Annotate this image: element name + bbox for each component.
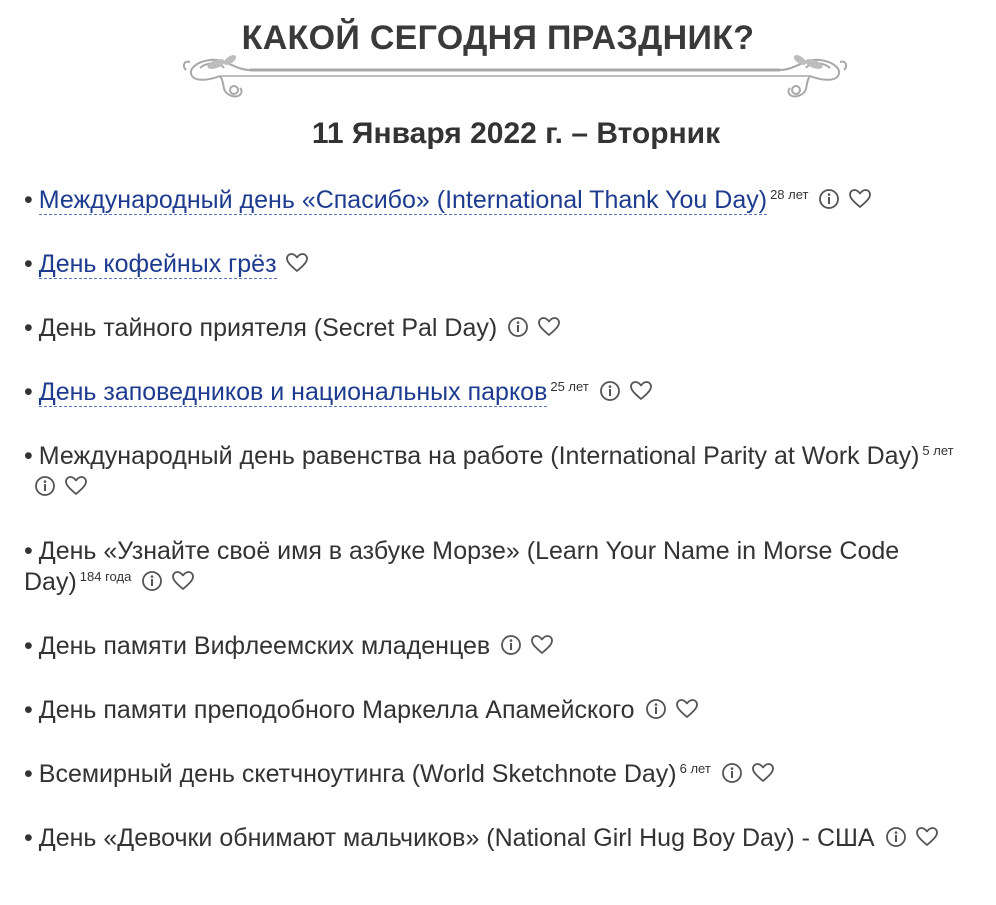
holiday-item: • День тайного приятеля (Secret Pal Day): [24, 313, 974, 344]
holiday-name: День тайного приятеля (Secret Pal Day): [38, 314, 498, 342]
holiday-item: • День кофейных грёз: [24, 249, 974, 280]
holiday-age: 6 лет: [679, 761, 711, 776]
bullet: •: [24, 378, 33, 406]
heart-icon[interactable]: [848, 188, 872, 210]
holiday-name: День памяти Вифлеемских младенцев: [38, 632, 491, 660]
holiday-item: • Международный день «Спасибо» (Internati…: [24, 185, 974, 216]
holiday-item: • День памяти преподобного Маркелла Апаме…: [24, 695, 974, 726]
info-icon[interactable]: [500, 634, 522, 656]
holiday-name: День «Девочки обнимают мальчиков» (Natio…: [38, 824, 875, 852]
bullet: •: [24, 537, 33, 565]
holiday-age: 5 лет: [922, 443, 954, 458]
bullet: •: [24, 696, 33, 724]
info-icon[interactable]: [507, 316, 529, 338]
holiday-item: • День «Девочки обнимают мальчиков» (Nati…: [24, 823, 974, 854]
bullet: •: [24, 442, 33, 470]
holiday-name: Всемирный день скетчноутинга (World Sket…: [38, 760, 677, 788]
heart-icon[interactable]: [64, 475, 88, 497]
bullet: •: [24, 760, 33, 788]
bullet: •: [24, 250, 33, 278]
heart-icon[interactable]: [171, 570, 195, 592]
info-icon[interactable]: [818, 188, 840, 210]
holiday-item: • Международный день равенства на работе …: [24, 441, 974, 503]
bullet: •: [24, 632, 33, 660]
heart-icon[interactable]: [751, 762, 775, 784]
holiday-name: День памяти преподобного Маркелла Апамей…: [38, 696, 635, 724]
holiday-link[interactable]: День заповедников и национальных парков: [38, 378, 548, 407]
info-icon[interactable]: [34, 475, 56, 497]
holiday-link[interactable]: Международный день «Спасибо» (Internatio…: [38, 186, 768, 215]
bullet: •: [24, 186, 33, 214]
heart-icon[interactable]: [537, 316, 561, 338]
bullet: •: [24, 824, 33, 852]
heart-icon[interactable]: [675, 698, 699, 720]
info-icon[interactable]: [721, 762, 743, 784]
heart-icon[interactable]: [530, 634, 554, 656]
info-icon[interactable]: [599, 380, 621, 402]
bullet: •: [24, 314, 33, 342]
holiday-age: 28 лет: [770, 187, 809, 202]
heart-icon[interactable]: [915, 826, 939, 848]
holiday-name: Международный день равенства на работе (…: [38, 442, 920, 470]
holiday-item: • День «Узнайте своё имя в азбуке Морзе» …: [24, 536, 974, 598]
holiday-age: 25 лет: [550, 379, 589, 394]
holiday-age: 184 года: [79, 569, 132, 584]
holiday-item: • День памяти Вифлеемских младенцев: [24, 631, 974, 662]
heart-icon[interactable]: [629, 380, 653, 402]
info-icon[interactable]: [645, 698, 667, 720]
holiday-item: • День заповедников и национальных парков…: [24, 377, 974, 408]
info-icon[interactable]: [141, 570, 163, 592]
holiday-link[interactable]: День кофейных грёз: [38, 250, 277, 279]
info-icon[interactable]: [885, 826, 907, 848]
date-heading: 11 Января 2022 г. – Вторник: [311, 117, 721, 150]
heart-icon[interactable]: [285, 252, 309, 274]
ornament-divider-icon: [182, 55, 848, 98]
holiday-item: • Всемирный день скетчноутинга (World Ske…: [24, 759, 974, 790]
holiday-list: • Международный день «Спасибо» (Internati…: [24, 185, 974, 854]
